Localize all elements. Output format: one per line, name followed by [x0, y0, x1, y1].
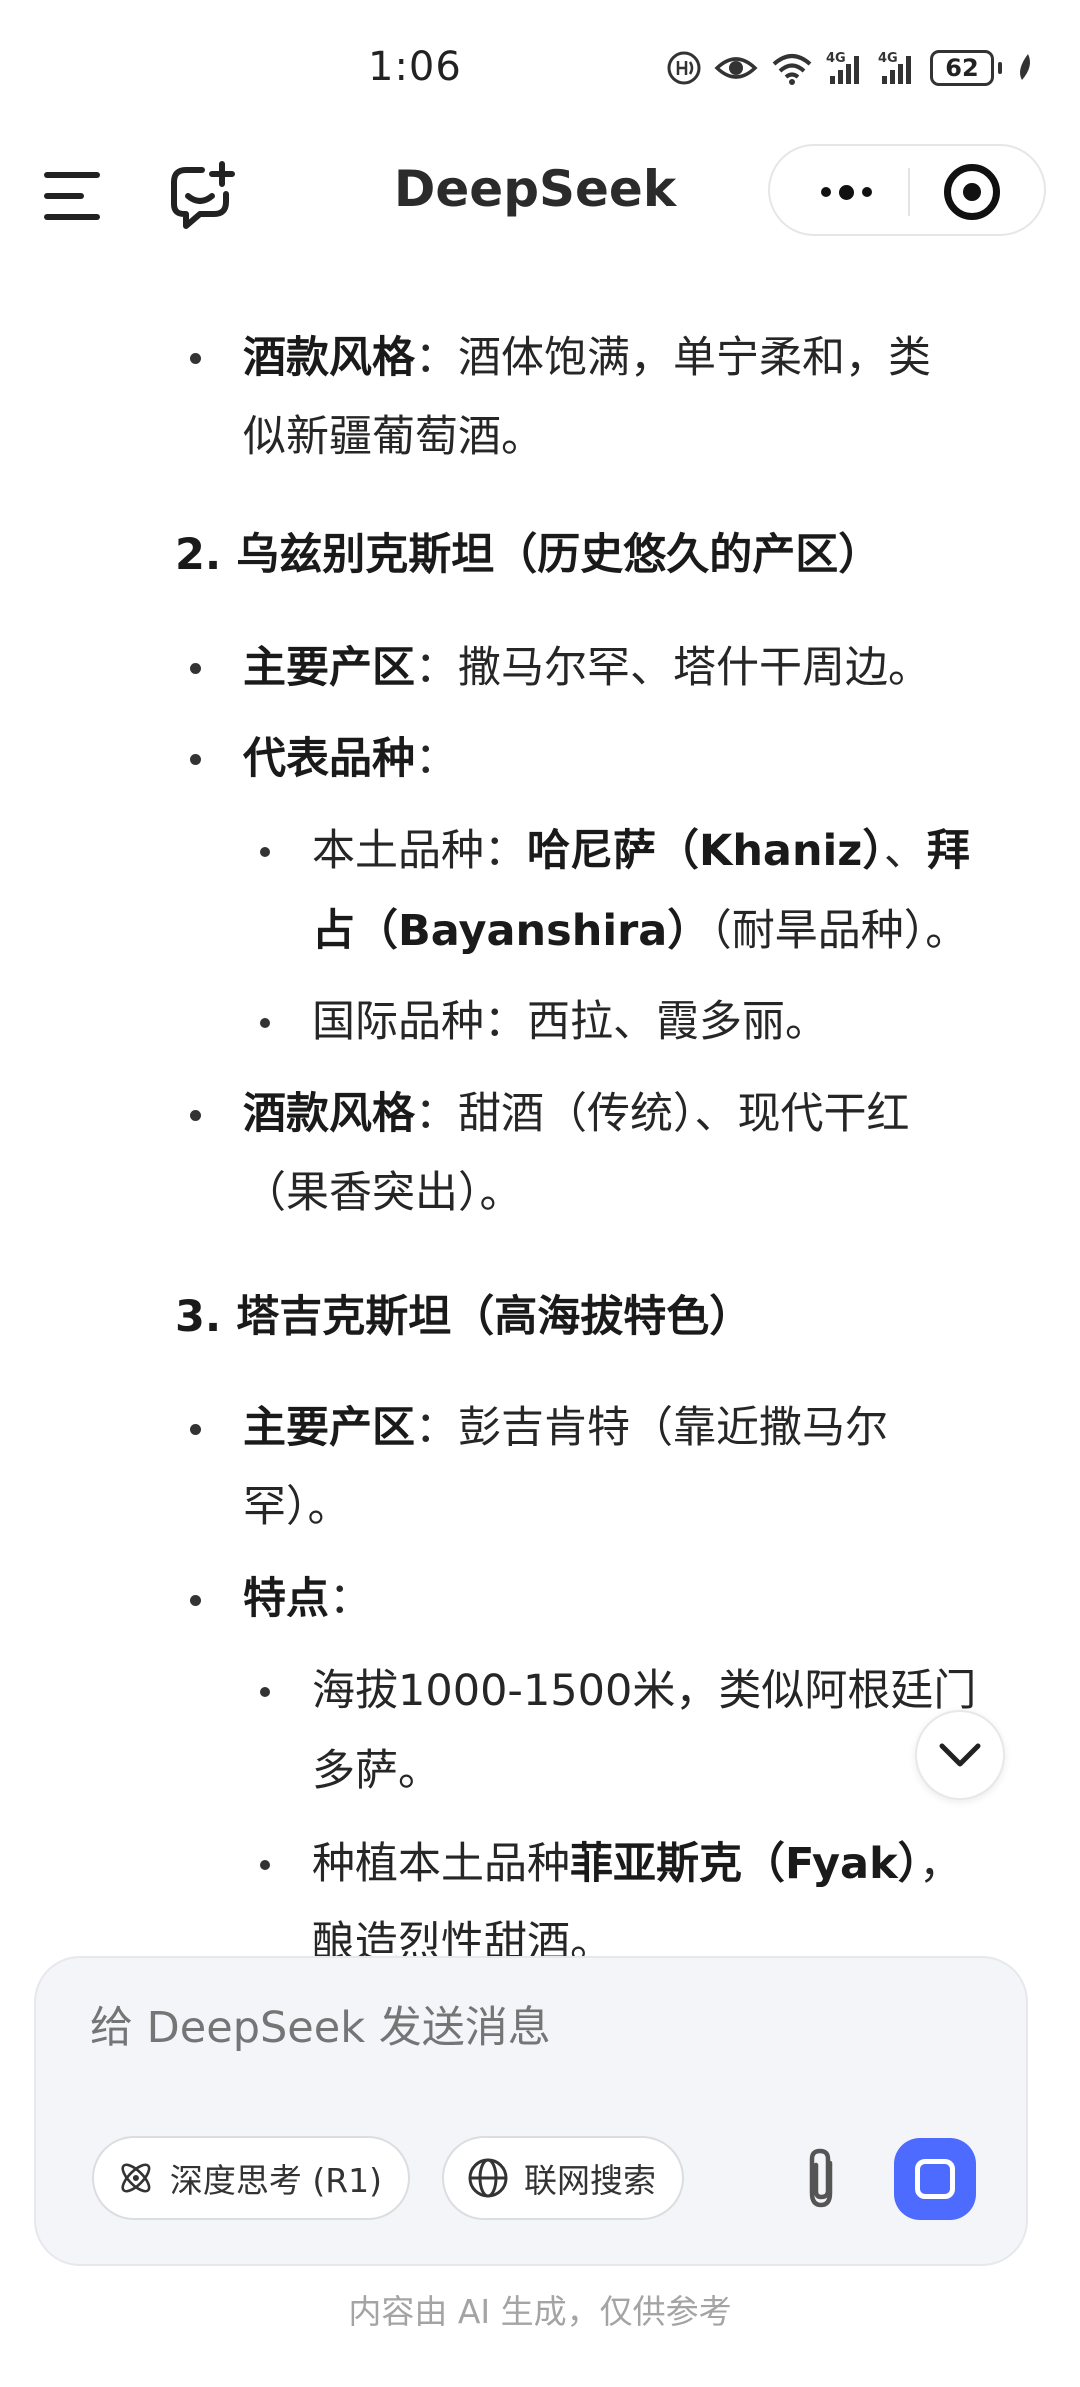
- status-time: 1:06: [368, 44, 462, 90]
- status-bar: 1:06 4G 4G 62: [0, 0, 1080, 130]
- item-label: 主要产区: [243, 1403, 415, 1453]
- item-text: ：撒马尔罕、塔什干周边。: [415, 643, 931, 693]
- more-dot: [861, 187, 872, 197]
- chevron-down-icon: [939, 1743, 981, 1767]
- item-text: ，: [919, 1839, 963, 1889]
- list-item: 代表品种：: [243, 729, 458, 789]
- paperclip-icon: [809, 2148, 833, 2208]
- mini-program-capsule: [768, 144, 1046, 236]
- svg-text:4G: 4G: [878, 51, 898, 66]
- stop-generation-button[interactable]: [894, 2138, 976, 2220]
- list-item: 主要产区：彭吉肯特（靠近撒马尔: [243, 1398, 888, 1458]
- list-item: 特点：: [243, 1569, 372, 1629]
- globe-icon: [468, 2158, 508, 2198]
- app-title-text: DeepSeek: [393, 160, 677, 218]
- item-label: 特点: [243, 1574, 329, 1624]
- bullet-dot: [190, 1110, 201, 1121]
- attach-button[interactable]: [788, 2142, 856, 2214]
- atom-icon: [121, 2163, 151, 2193]
- sub-list-item: 海拔1000-1500米，类似阿根廷门: [312, 1666, 977, 1716]
- hd-call-icon: [667, 51, 701, 85]
- item-text: （耐旱品种）。: [710, 906, 969, 956]
- sub-list-item: 国际品种：西拉、霞多丽。: [312, 997, 828, 1047]
- sub-bullet-dot: [260, 1018, 270, 1028]
- deep-think-label: 深度思考 (R1): [169, 2161, 382, 2200]
- item-text: ：: [329, 1574, 372, 1624]
- status-icons: 4G 4G 62: [666, 48, 1034, 88]
- item-text: 种植本土品种: [312, 1839, 570, 1889]
- battery-indicator: 62: [930, 50, 1002, 86]
- list-item: 酒款风格：甜酒（传统）、现代干红: [243, 1084, 910, 1144]
- deep-think-button[interactable]: 深度思考 (R1): [92, 2136, 410, 2220]
- more-dot: [838, 184, 854, 200]
- item-label: 主要产区: [243, 643, 415, 693]
- web-search-button[interactable]: 联网搜索: [442, 2136, 684, 2220]
- more-dot: [820, 187, 831, 197]
- stop-icon: [915, 2159, 955, 2199]
- scroll-to-bottom-button[interactable]: [915, 1710, 1005, 1800]
- item-label: 酒款风格: [243, 1089, 415, 1139]
- bullet-dot: [190, 1424, 201, 1435]
- battery-level: 62: [930, 50, 994, 86]
- leaf-icon: [1020, 54, 1030, 80]
- sub-bullet-dot: [260, 847, 270, 857]
- signal-4g-icon: 4G: [878, 51, 911, 84]
- more-button[interactable]: [806, 170, 886, 214]
- list-item: 酒款风格：酒体饱满，单宁柔和，类: [243, 328, 931, 388]
- item-bold: 占（Bayanshira）: [312, 906, 711, 956]
- list-item-continuation: 似新疆葡萄酒。: [243, 412, 544, 462]
- sub-bullet-dot: [260, 1860, 270, 1870]
- item-separator: 、: [883, 826, 927, 876]
- sub-list-item: 本土品种：哈尼萨（Khaniz）、拜: [312, 821, 970, 881]
- message-composer: 深度思考 (R1) 联网搜索: [34, 1956, 1028, 2266]
- list-item-continuation: 罕）。: [243, 1482, 351, 1532]
- bullet-dot: [190, 353, 201, 364]
- bullet-dot: [190, 663, 201, 674]
- message-input[interactable]: [90, 1998, 950, 2058]
- item-bold: 拜: [926, 826, 970, 876]
- section-heading: 3. 塔吉克斯坦（高海拔特色）: [175, 1292, 753, 1342]
- list-item-continuation: （果香突出）。: [243, 1168, 523, 1218]
- svg-text:4G: 4G: [826, 51, 846, 66]
- eye-icon: [714, 57, 758, 79]
- sub-list-item-continuation: 多萨。: [312, 1746, 441, 1796]
- close-mini-program-button[interactable]: [944, 164, 1000, 220]
- wifi-icon: [772, 54, 812, 85]
- item-bold: 菲亚斯克（Fyak）: [570, 1839, 920, 1889]
- bullet-dot: [190, 754, 201, 765]
- bullet-dot: [190, 1595, 201, 1606]
- ai-disclaimer: 内容由 AI 生成，仅供参考: [348, 2292, 732, 2331]
- assistant-message: 酒款风格：酒体饱满，单宁柔和，类 似新疆葡萄酒。 2. 乌兹别克斯坦（历史悠久的…: [0, 300, 1080, 1980]
- capsule-divider: [908, 168, 910, 216]
- signal-4g-icon: 4G: [826, 51, 859, 84]
- app-header: DeepSeek: [0, 140, 1080, 250]
- item-bold: 哈尼萨（Khaniz）: [527, 826, 884, 876]
- item-text: ：彭吉肯特（靠近撒马尔: [415, 1403, 888, 1453]
- section-heading: 2. 乌兹别克斯坦（历史悠久的产区）: [175, 530, 882, 580]
- target-icon: [963, 183, 981, 201]
- item-text: ：: [415, 734, 458, 784]
- web-search-label: 联网搜索: [524, 2161, 656, 2200]
- sub-list-item-continuation: 占（Bayanshira）（耐旱品种）。: [312, 901, 968, 961]
- item-label: 代表品种: [243, 734, 415, 784]
- battery-cap: [998, 62, 1002, 74]
- sub-list-item: 种植本土品种菲亚斯克（Fyak），: [312, 1834, 962, 1894]
- item-label: 酒款风格: [243, 333, 415, 383]
- sub-bullet-dot: [260, 1687, 270, 1697]
- list-item: 主要产区：撒马尔罕、塔什干周边。: [243, 638, 931, 698]
- item-text: ：甜酒（传统）、现代干红: [415, 1089, 910, 1139]
- item-text: ：酒体饱满，单宁柔和，类: [415, 333, 931, 383]
- item-text: 本土品种：: [312, 826, 527, 876]
